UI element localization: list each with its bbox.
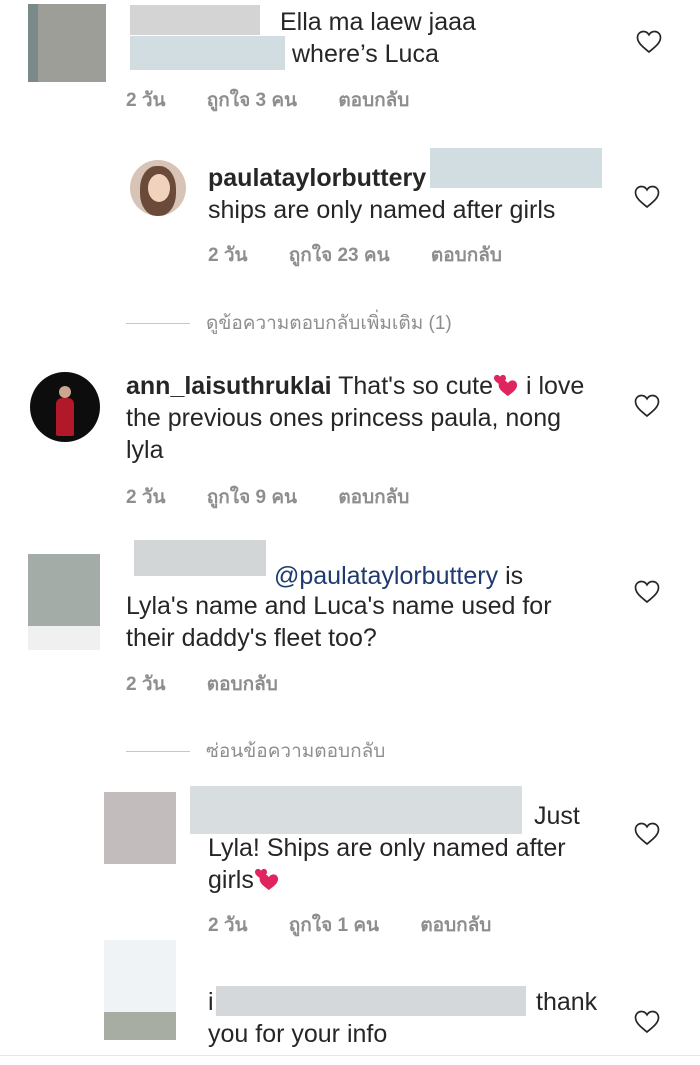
comment-meta: 2 วัน ถูกใจ 9 คน ตอบกลับ bbox=[126, 482, 445, 512]
comment-meta: 2 วัน ตอบกลับ bbox=[126, 669, 314, 699]
divider bbox=[126, 322, 190, 324]
heart-icon[interactable] bbox=[634, 185, 660, 209]
username[interactable]: paulataylorbuttery bbox=[208, 162, 426, 194]
comment-meta: 2 วัน ถูกใจ 3 คน ตอบกลับ bbox=[126, 85, 445, 115]
heart-icon[interactable] bbox=[636, 30, 662, 54]
hide-replies[interactable]: ซ่อนข้อความตอบกลับ bbox=[126, 736, 385, 766]
reply-button[interactable]: ตอบกลับ bbox=[207, 674, 278, 695]
redacted-username bbox=[130, 5, 260, 35]
like-count[interactable]: ถูกใจ 1 คน bbox=[289, 915, 379, 936]
redacted-username bbox=[190, 786, 522, 834]
reply-button[interactable]: ตอบกลับ bbox=[420, 915, 491, 936]
comment-text: the previous ones princess paula, nong bbox=[126, 404, 562, 432]
comment-text: Ella ma laew jaaa bbox=[280, 8, 476, 36]
comment-time: 2 วัน bbox=[126, 487, 166, 508]
hide-replies-label[interactable]: ซ่อนข้อความตอบกลับ bbox=[206, 736, 385, 766]
avatar[interactable] bbox=[104, 792, 176, 864]
heart-icon[interactable] bbox=[634, 1010, 660, 1034]
avatar[interactable] bbox=[28, 554, 100, 650]
comment-text: Just bbox=[534, 802, 580, 830]
comment-text-part: i love bbox=[525, 372, 585, 400]
comment-text: Lyla! Ships are only named after bbox=[208, 834, 566, 862]
like-count[interactable]: ถูกใจ 3 คน bbox=[207, 90, 297, 111]
comment-text: where’s Luca bbox=[292, 40, 439, 68]
view-more-replies-label[interactable]: ดูข้อความตอบกลับเพิ่มเติม (1) bbox=[206, 308, 452, 338]
heart-icon[interactable] bbox=[634, 822, 660, 846]
comment-text: ann_laisuthruklai That's so cute i love bbox=[126, 370, 584, 402]
comment-time: 2 วัน bbox=[208, 915, 248, 936]
comment-text: thank bbox=[536, 988, 598, 1016]
username[interactable]: ann_laisuthruklai bbox=[126, 372, 332, 400]
comment-text-part: is bbox=[505, 562, 524, 590]
comment-time: 2 วัน bbox=[126, 674, 166, 695]
comment-text: Lyla's name and Luca's name used for bbox=[126, 592, 552, 620]
comment-text: i bbox=[208, 988, 214, 1016]
comment-text: @paulataylorbuttery is bbox=[274, 560, 523, 592]
comment-text-part: That's so cute bbox=[338, 372, 493, 400]
comment-text: girls bbox=[208, 864, 280, 896]
avatar[interactable] bbox=[104, 940, 176, 1040]
like-count[interactable]: ถูกใจ 9 คน bbox=[207, 487, 297, 508]
reply-button[interactable]: ตอบกลับ bbox=[338, 90, 409, 111]
comment-time: 2 วัน bbox=[126, 90, 166, 111]
redacted-username bbox=[216, 986, 526, 1016]
redacted-mention bbox=[430, 148, 602, 188]
view-more-replies[interactable]: ดูข้อความตอบกลับเพิ่มเติม (1) bbox=[126, 308, 452, 338]
heart-icon[interactable] bbox=[634, 580, 660, 604]
reply-button[interactable]: ตอบกลับ bbox=[338, 487, 409, 508]
like-count[interactable]: ถูกใจ 23 คน bbox=[289, 245, 390, 266]
mention-link[interactable]: @paulataylorbuttery bbox=[274, 562, 498, 590]
comment-text: lyla bbox=[126, 436, 164, 464]
divider bbox=[126, 750, 190, 752]
avatar[interactable] bbox=[130, 160, 186, 216]
comment-meta: 2 วัน ถูกใจ 1 คน ตอบกลับ bbox=[208, 910, 527, 940]
avatar[interactable] bbox=[28, 4, 106, 82]
comment-text: you for your info bbox=[208, 1020, 388, 1048]
comment-text: their daddy's fleet too? bbox=[126, 624, 377, 652]
heart-icon[interactable] bbox=[634, 394, 660, 418]
comment-time: 2 วัน bbox=[208, 245, 248, 266]
redacted-username bbox=[134, 540, 266, 576]
avatar[interactable] bbox=[30, 372, 100, 442]
two-hearts-icon bbox=[493, 373, 519, 397]
redacted-mention bbox=[130, 36, 285, 70]
comment-meta: 2 วัน ถูกใจ 23 คน ตอบกลับ bbox=[208, 240, 538, 270]
reply-button[interactable]: ตอบกลับ bbox=[431, 245, 502, 266]
divider bbox=[0, 1055, 700, 1056]
two-hearts-icon bbox=[254, 867, 280, 891]
comment-text: ships are only named after girls bbox=[208, 196, 556, 224]
comment-text-part: girls bbox=[208, 866, 254, 894]
